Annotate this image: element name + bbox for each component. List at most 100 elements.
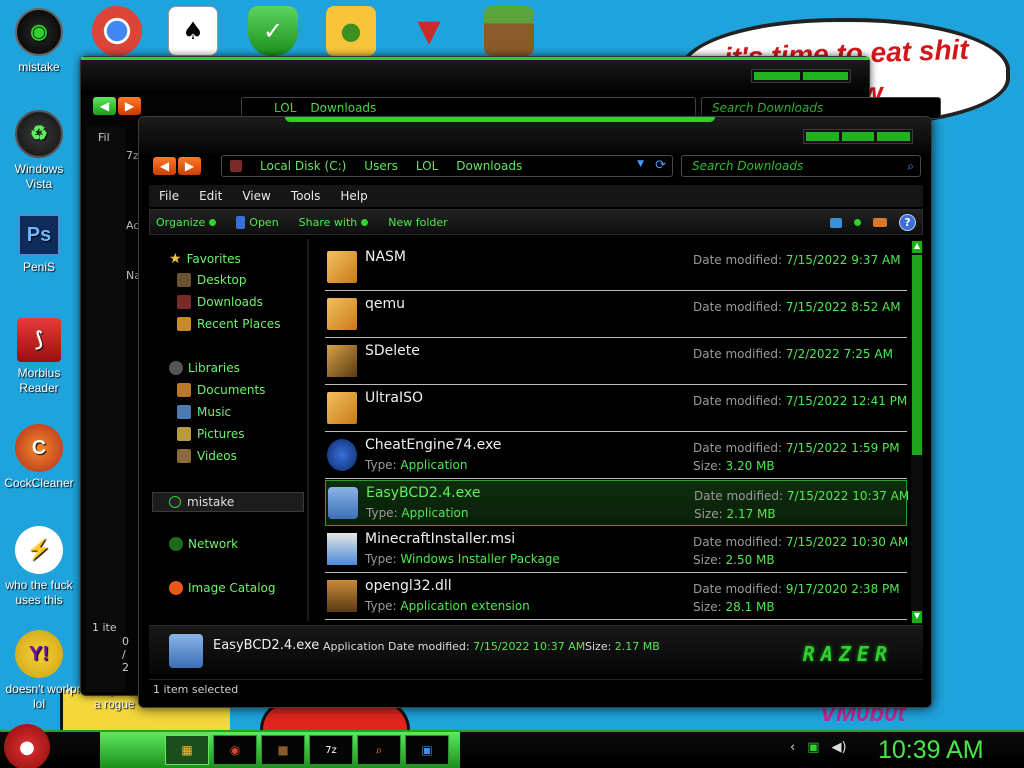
nav-favorites[interactable]: ★ Favorites <box>169 251 241 267</box>
nav-item-documents[interactable]: Documents <box>177 383 265 397</box>
taskbar-chrome[interactable]: ◉ <box>213 735 257 765</box>
nav-item-music[interactable]: Music <box>177 405 231 419</box>
volume-icon[interactable]: ◀) <box>832 740 847 755</box>
easybcd-icon <box>328 487 358 519</box>
new-folder-label: New folder <box>388 215 448 229</box>
pane-splitter[interactable] <box>307 239 309 621</box>
nav-homegroup[interactable]: mistake <box>152 492 304 512</box>
back-arrow-icon[interactable]: ◀ <box>93 97 116 115</box>
photoshop-icon: Ps <box>18 214 60 256</box>
scroll-up-icon[interactable]: ▲ <box>912 241 922 253</box>
view-icon[interactable] <box>830 217 842 228</box>
menu-edit[interactable]: Edit <box>189 189 232 203</box>
new-folder-button[interactable]: New folder <box>382 216 461 229</box>
scroll-down-icon[interactable]: ▼ <box>912 611 922 623</box>
desktop-icon-photoshop[interactable]: Ps PeniS <box>0 214 78 275</box>
menu-tools[interactable]: Tools <box>281 189 331 203</box>
network-icon <box>169 537 183 551</box>
yahoo-icon: Y! <box>15 630 63 678</box>
file-row[interactable]: MinecraftInstaller.msi Type: Windows Inst… <box>325 527 908 573</box>
menu-file[interactable]: File <box>149 189 189 203</box>
solitaire-icon[interactable]: ♠ <box>168 6 218 56</box>
breadcrumb-item[interactable]: Downloads <box>456 159 522 173</box>
chevron-down-icon[interactable]: ▼ <box>637 159 644 169</box>
vertical-scrollbar[interactable]: ▲ ▼ <box>911 241 923 623</box>
explorer-window[interactable]: ◀ ▶ Local Disk (C:) Users LOL Downloads … <box>138 116 932 708</box>
desktop-icon-lightning[interactable]: ⚡ who the fuck uses this <box>0 526 78 608</box>
forward-arrow-icon[interactable]: ▶ <box>178 157 201 175</box>
share-with-button[interactable]: Share with <box>293 216 383 229</box>
nav-buttons[interactable]: ◀ ▶ <box>93 97 141 115</box>
shield-check-icon[interactable]: ✓ <box>248 6 298 56</box>
view-dropdown-dot-icon[interactable] <box>854 219 861 226</box>
back-arrow-icon[interactable]: ◀ <box>153 157 176 175</box>
chrome-icon[interactable] <box>92 6 142 56</box>
file-row[interactable]: SDelete Date modified: 7/2/2022 7:25 AM <box>325 339 907 385</box>
breadcrumb-item[interactable]: Local Disk (C:) <box>260 159 346 173</box>
nav-favorites-label: Favorites <box>186 252 241 266</box>
taskbar-7zip[interactable]: 7z <box>309 735 353 765</box>
breadcrumb-item[interactable]: LOL <box>416 159 438 173</box>
window-controls[interactable] <box>751 69 851 83</box>
file-row[interactable]: qemu Date modified: 7/15/2022 8:52 AM <box>325 292 907 338</box>
desktop-icon-mistake[interactable]: ◉ mistake <box>0 8 78 75</box>
minecraft-icon: ■ <box>277 743 289 757</box>
file-name: NASM <box>365 249 407 265</box>
nav-item-desktop[interactable]: Desktop <box>177 273 247 287</box>
tray-chevron-icon[interactable]: ‹ <box>790 740 795 755</box>
help-icon[interactable]: ? <box>899 214 916 231</box>
nav-item-downloads[interactable]: Downloads <box>177 295 263 309</box>
clock[interactable]: 10:39 AM <box>878 736 984 765</box>
menu-view[interactable]: View <box>232 189 280 203</box>
nav-network[interactable]: Network <box>169 537 238 551</box>
file-row[interactable]: NASM Date modified: 7/15/2022 9:37 AM <box>325 245 907 291</box>
search-input[interactable]: Search Downloads ⌕ <box>681 155 921 177</box>
preview-pane-icon[interactable] <box>873 218 887 227</box>
file-name: SDelete <box>365 343 420 359</box>
file-row[interactable]: opengl32.dll Type: Application extension D… <box>325 574 907 620</box>
desktop-icon-morbius-reader[interactable]: ⟆ Morbius Reader <box>0 318 78 396</box>
desktop-icon-label: Morbius Reader <box>17 366 61 395</box>
maximize-button[interactable] <box>841 132 875 141</box>
file-size: Size: 2.17 MB <box>694 507 776 521</box>
search-icon[interactable]: ⌕ <box>907 159 914 174</box>
minimize-button[interactable] <box>806 132 839 141</box>
address-bar[interactable]: Local Disk (C:) Users LOL Downloads ▼ ⟳ <box>221 155 673 177</box>
scroll-thumb[interactable] <box>912 255 922 455</box>
forward-arrow-icon[interactable]: ▶ <box>118 97 141 115</box>
back-window-content: Fil 7z Ac Na 1 ite 0 / 2 <box>86 127 141 692</box>
start-button[interactable]: ● <box>4 724 50 768</box>
pdf-reader-icon: ⟆ <box>17 318 61 362</box>
nav-item-videos[interactable]: Videos <box>177 449 237 463</box>
nav-libraries-label: Libraries <box>188 361 240 375</box>
taskbar-minecraft[interactable]: ■ <box>261 735 305 765</box>
network-status-icon[interactable]: ▣ <box>807 740 819 755</box>
nav-image-catalog[interactable]: Image Catalog <box>169 581 275 595</box>
nav-item-pictures[interactable]: Pictures <box>177 427 245 441</box>
file-row[interactable]: CheatEngine74.exe Type: Application Date m… <box>325 433 907 479</box>
close-button[interactable] <box>877 132 911 141</box>
winamp-icon[interactable]: ▼ <box>404 6 454 56</box>
file-row[interactable]: UltraISO Date modified: 7/15/2022 12:41 P… <box>325 386 907 432</box>
nav-item-recent-places[interactable]: Recent Places <box>177 317 280 331</box>
refresh-icon[interactable]: ⟳ <box>655 158 666 173</box>
desktop-icon-cleaner[interactable]: C CockCleaner <box>0 424 78 491</box>
open-button[interactable]: Open <box>230 215 292 229</box>
window-controls[interactable] <box>803 129 913 144</box>
nav-libraries[interactable]: Libraries <box>169 361 240 375</box>
desktop-icon-windows-vista[interactable]: ♻ Windows Vista <box>0 110 78 192</box>
nav-buttons[interactable]: ◀ ▶ <box>153 157 201 175</box>
taskbar-installer[interactable]: ▣ <box>405 735 449 765</box>
bad-piggies-icon[interactable]: ● <box>326 6 376 56</box>
breadcrumb-item[interactable]: LOL <box>250 101 296 115</box>
breadcrumb-item[interactable]: Users <box>364 159 398 173</box>
file-row[interactable]: EasyBCD2.4.exe Type: Application Date modi… <box>325 480 909 526</box>
minecraft-icon[interactable] <box>484 6 534 56</box>
file-type: Type: Application extension <box>365 599 530 613</box>
organize-button[interactable]: Organize <box>150 216 230 229</box>
breadcrumb-item[interactable]: Downloads <box>310 101 376 115</box>
menu-help[interactable]: Help <box>330 189 377 203</box>
desktop-icon-yahoo[interactable]: Y! doesn't work lol <box>0 630 78 712</box>
taskbar-explorer[interactable]: ▦ <box>165 735 209 765</box>
taskbar-search[interactable]: ⌕ <box>357 735 401 765</box>
